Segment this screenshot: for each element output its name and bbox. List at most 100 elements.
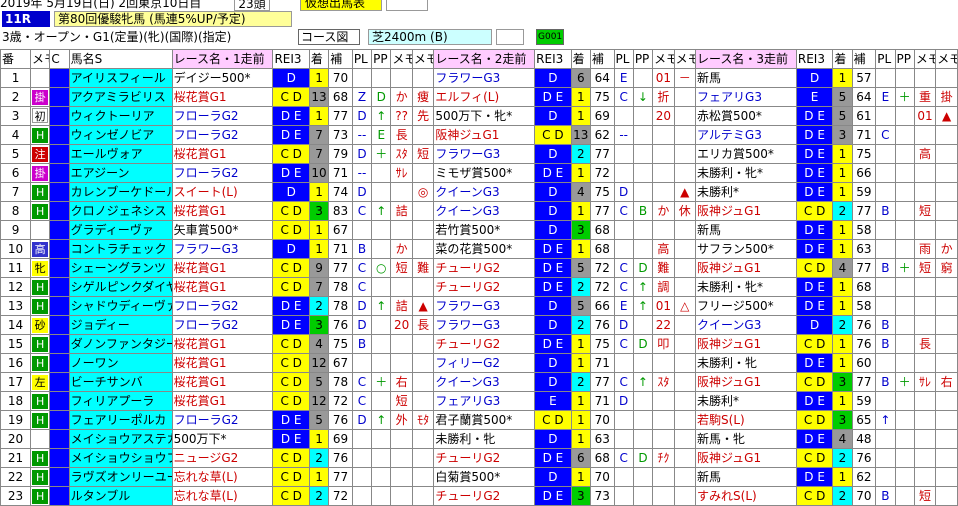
memo-a[interactable]: ?? — [390, 106, 413, 126]
race-name[interactable]: 桜花賞G1 — [171, 334, 274, 354]
memo-mark[interactable]: H — [30, 182, 51, 202]
memo-b[interactable] — [673, 353, 697, 373]
memo-a[interactable]: 01 — [652, 296, 675, 316]
memo-mark[interactable] — [30, 429, 51, 449]
race-name[interactable]: チューリG2 — [433, 258, 536, 278]
column-header[interactable]: メモ — [652, 49, 675, 69]
memo-b[interactable]: △ — [673, 296, 697, 316]
table-row[interactable]: 16 H ノーワン 桜花賞G1 C D 12 67 フィリーG2 D 1 71 未勝利・牝 D E 1 60 — [0, 353, 958, 373]
memo-a[interactable]: 外 — [390, 410, 413, 430]
race-name[interactable]: 君子蘭賞500* — [433, 410, 536, 430]
memo-a[interactable] — [913, 277, 937, 297]
table-row[interactable]: 22 H ラヴズオンリーユー 忘れな草(L) C D 1 77 白菊賞500* D 1 70 新馬 D … — [0, 467, 958, 487]
memo-mark[interactable]: H — [30, 296, 51, 316]
memo-a[interactable]: ﾁｸ — [652, 448, 675, 468]
race-name[interactable]: 矢車賞500* — [171, 220, 274, 240]
memo-b[interactable]: ▲ — [935, 106, 958, 126]
race-name[interactable]: 新馬 — [695, 68, 797, 88]
race-name[interactable]: フローラG2 — [171, 106, 274, 126]
column-header[interactable]: レース名・2走前 — [433, 49, 536, 69]
memo-b[interactable] — [935, 486, 958, 506]
table-row[interactable]: 23 H ルタンブル 忘れな草(L) C D 2 72 チューリG2 D E 3 73 すみれS(L)… — [0, 486, 958, 506]
memo-mark[interactable]: 砂 — [30, 315, 51, 335]
horse-name[interactable]: メイショウショウブ — [68, 448, 173, 468]
memo-b[interactable] — [935, 296, 958, 316]
memo-b[interactable] — [411, 163, 435, 183]
memo-a[interactable]: 折 — [652, 87, 675, 107]
race-name[interactable]: フラワーG3 — [433, 296, 536, 316]
table-row[interactable]: 18 H フィリアプーラ 桜花賞G1 C D 12 72 C 短フェアリG3 E 1 71 D 未勝利* D… — [0, 391, 958, 411]
memo-mark[interactable]: H — [30, 277, 51, 297]
memo-b[interactable]: 掛 — [935, 87, 958, 107]
race-name[interactable]: フラワーG3 — [171, 239, 274, 259]
race-name[interactable]: 桜花賞G1 — [171, 391, 274, 411]
race-name[interactable]: 阪神ジュG1 — [695, 201, 797, 221]
memo-a[interactable]: 右 — [390, 372, 413, 392]
memo-a[interactable] — [913, 163, 937, 183]
column-header[interactable]: 着 — [308, 49, 330, 69]
race-name[interactable]: フローラG2 — [171, 163, 274, 183]
memo-b[interactable]: 先 — [411, 106, 435, 126]
race-name[interactable]: 阪神ジュG1 — [695, 448, 797, 468]
race-name[interactable]: 500万下* — [171, 429, 274, 449]
memo-b[interactable]: か — [935, 239, 958, 259]
memo-a[interactable]: 雨 — [913, 239, 937, 259]
horse-name[interactable]: シャドウディーヴァ — [68, 296, 173, 316]
memo-mark[interactable]: 牝 — [30, 258, 51, 278]
column-header[interactable]: PL — [613, 49, 634, 69]
race-name[interactable]: ミモザ賞500* — [433, 163, 536, 183]
memo-b[interactable]: ▲ — [673, 182, 697, 202]
table-row[interactable]: 12 H シゲルピンクダイヤ 桜花賞G1 C D 7 78 C チューリG2 D E 2 72 C ↑ 調未… — [0, 277, 958, 297]
column-header[interactable]: 着 — [570, 49, 591, 69]
column-header[interactable]: メモ — [913, 49, 937, 69]
memo-a[interactable] — [913, 353, 937, 373]
column-header[interactable]: メモ — [673, 49, 697, 69]
memo-a[interactable] — [652, 467, 675, 487]
memo-b[interactable] — [673, 87, 697, 107]
horse-name[interactable]: シゲルピンクダイヤ — [68, 277, 173, 297]
memo-a[interactable] — [652, 125, 675, 145]
race-name[interactable]: 新馬 — [695, 220, 797, 240]
race-name[interactable]: フラワーG3 — [433, 144, 536, 164]
race-name[interactable]: フィリーG2 — [433, 353, 536, 373]
column-header[interactable]: レース名・1走前 — [171, 49, 274, 69]
memo-a[interactable]: 22 — [652, 315, 675, 335]
horse-name[interactable]: クロノジェネシス — [68, 201, 173, 221]
race-name[interactable]: 桜花賞G1 — [171, 277, 274, 297]
race-name[interactable]: クイーンG3 — [433, 372, 536, 392]
race-name[interactable]: エリカ賞500* — [695, 144, 797, 164]
race-name[interactable]: 白菊賞500* — [433, 467, 536, 487]
memo-a[interactable] — [913, 182, 937, 202]
race-name[interactable]: 未勝利・牝 — [695, 353, 797, 373]
memo-b[interactable] — [673, 220, 697, 240]
memo-a[interactable]: 短 — [913, 486, 937, 506]
horse-name[interactable]: エアジーン — [68, 163, 173, 183]
memo-a[interactable] — [913, 125, 937, 145]
memo-b[interactable] — [935, 429, 958, 449]
race-name[interactable]: 若駒S(L) — [695, 410, 797, 430]
column-header[interactable]: メモ — [411, 49, 435, 69]
column-header[interactable]: PP — [371, 49, 392, 69]
memo-a[interactable] — [652, 410, 675, 430]
memo-b[interactable] — [673, 163, 697, 183]
race-name[interactable]: 忘れな草(L) — [171, 486, 274, 506]
memo-a[interactable] — [652, 220, 675, 240]
memo-a[interactable] — [913, 68, 937, 88]
column-header[interactable]: REI3 — [795, 49, 834, 69]
memo-b[interactable] — [935, 353, 958, 373]
memo-b[interactable] — [411, 372, 435, 392]
race-name[interactable]: 未勝利・牝 — [433, 429, 536, 449]
memo-mark[interactable]: H — [30, 334, 51, 354]
race-name[interactable]: チューリG2 — [433, 448, 536, 468]
horse-name[interactable]: ビーチサンバ — [68, 372, 173, 392]
memo-a[interactable] — [913, 429, 937, 449]
memo-b[interactable] — [935, 220, 958, 240]
memo-b[interactable] — [411, 486, 435, 506]
memo-b[interactable]: 短 — [411, 144, 435, 164]
race-name[interactable]: フェアリG3 — [433, 391, 536, 411]
column-header[interactable]: C — [49, 49, 70, 69]
memo-mark[interactable]: 初 — [30, 106, 51, 126]
race-name[interactable]: フローラG2 — [171, 296, 274, 316]
memo-b[interactable] — [673, 372, 697, 392]
race-name[interactable]: 未勝利・牝* — [695, 277, 797, 297]
